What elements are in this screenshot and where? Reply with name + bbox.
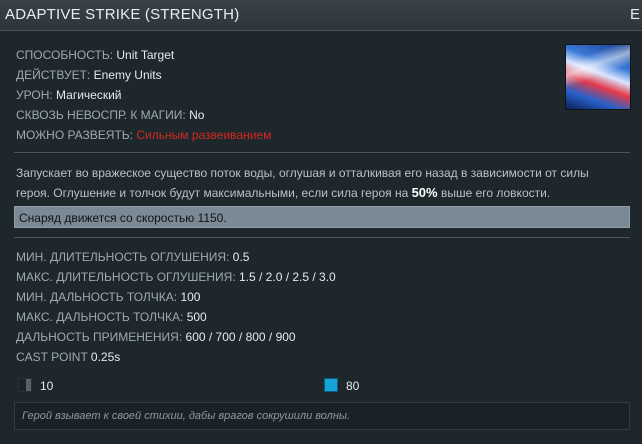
divider xyxy=(14,152,630,153)
stat-label: ДАЛЬНОСТЬ ПРИМЕНЕНИЯ: xyxy=(16,330,183,344)
tooltip-header: ADAPTIVE STRIKE (STRENGTH) E xyxy=(0,0,642,31)
property-damage-type: УРОН: Магический xyxy=(16,88,122,102)
lore-box: Герой взывает к своей стихии, дабы враго… xyxy=(14,402,630,430)
stat-label: МАКС. ДАЛЬНОСТЬ ТОЛЧКА: xyxy=(16,310,184,324)
stat-value: 500 xyxy=(186,310,207,324)
stat-value: 0.25s xyxy=(90,350,121,364)
description-highlight: 50% xyxy=(411,185,438,200)
stat-min-stun: МИН. ДЛИТЕЛЬНОСТЬ ОГЛУШЕНИЯ: 0.5 xyxy=(16,250,249,264)
stat-label: МИН. ДЛИТЕЛЬНОСТЬ ОГЛУШЕНИЯ: xyxy=(16,250,230,264)
stat-max-knockback: МАКС. ДАЛЬНОСТЬ ТОЛЧКА: 500 xyxy=(16,310,207,324)
adaptive-strike-ability-icon xyxy=(565,44,631,110)
divider xyxy=(14,237,630,238)
property-value: Enemy Units xyxy=(93,68,162,82)
stat-label: CAST POINT xyxy=(16,350,88,364)
stat-cast-range: ДАЛЬНОСТЬ ПРИМЕНЕНИЯ: 600 / 700 / 800 / … xyxy=(16,330,296,344)
stat-max-stun: МАКС. ДЛИТЕЛЬНОСТЬ ОГЛУШЕНИЯ: 1.5 / 2.0 … xyxy=(16,270,336,284)
stat-cast-point: CAST POINT 0.25s xyxy=(16,350,120,364)
lore-text: Герой взывает к своей стихии, дабы враго… xyxy=(22,410,351,422)
note-text: Снаряд движется со скоростью 1150. xyxy=(19,211,227,225)
property-label: УРОН: xyxy=(16,88,53,102)
stat-min-knockback: МИН. ДАЛЬНОСТЬ ТОЛЧКА: 100 xyxy=(16,290,200,304)
property-ability-type: СПОСОБНОСТЬ: Unit Target xyxy=(16,48,174,62)
stat-value: 1.5 / 2.0 / 2.5 / 3.0 xyxy=(239,270,336,284)
stat-value: 100 xyxy=(180,290,201,304)
property-value: Сильным развеиванием xyxy=(136,128,272,142)
property-label: СПОСОБНОСТЬ: xyxy=(16,48,114,62)
property-pierces-immunity: СКВОЗЬ НЕВОСПР. К МАГИИ: No xyxy=(16,108,204,122)
property-value: No xyxy=(189,108,205,122)
stat-value: 0.5 xyxy=(232,250,250,264)
property-label: СКВОЗЬ НЕВОСПР. К МАГИИ: xyxy=(16,108,186,122)
stat-label: МАКС. ДЛИТЕЛЬНОСТЬ ОГЛУШЕНИЯ: xyxy=(16,270,236,284)
property-value: Unit Target xyxy=(116,48,175,62)
property-label: ДЕЙСТВУЕТ: xyxy=(16,68,91,82)
ability-hotkey-letter: E xyxy=(630,6,641,23)
stat-label: МИН. ДАЛЬНОСТЬ ТОЛЧКА: xyxy=(16,290,178,304)
ability-description: Запускает во вражеское существо поток во… xyxy=(16,164,616,203)
mana-cost-value: 80 xyxy=(346,379,360,393)
stat-value: 600 / 700 / 800 / 900 xyxy=(185,330,296,344)
property-dispellable: МОЖНО РАЗВЕЯТЬ: Сильным развеиванием xyxy=(16,128,271,142)
ability-note: Снаряд движется со скоростью 1150. xyxy=(14,206,630,228)
ability-title: ADAPTIVE STRIKE (STRENGTH) xyxy=(5,6,240,23)
description-text-end: выше его ловкости. xyxy=(437,186,551,200)
property-label: МОЖНО РАЗВЕЯТЬ: xyxy=(16,128,134,142)
property-affects: ДЕЙСТВУЕТ: Enemy Units xyxy=(16,68,162,82)
cooldown-value: 10 xyxy=(40,379,54,393)
mana-icon xyxy=(324,378,338,392)
cooldown-icon xyxy=(18,378,32,392)
property-value: Магический xyxy=(56,88,122,102)
